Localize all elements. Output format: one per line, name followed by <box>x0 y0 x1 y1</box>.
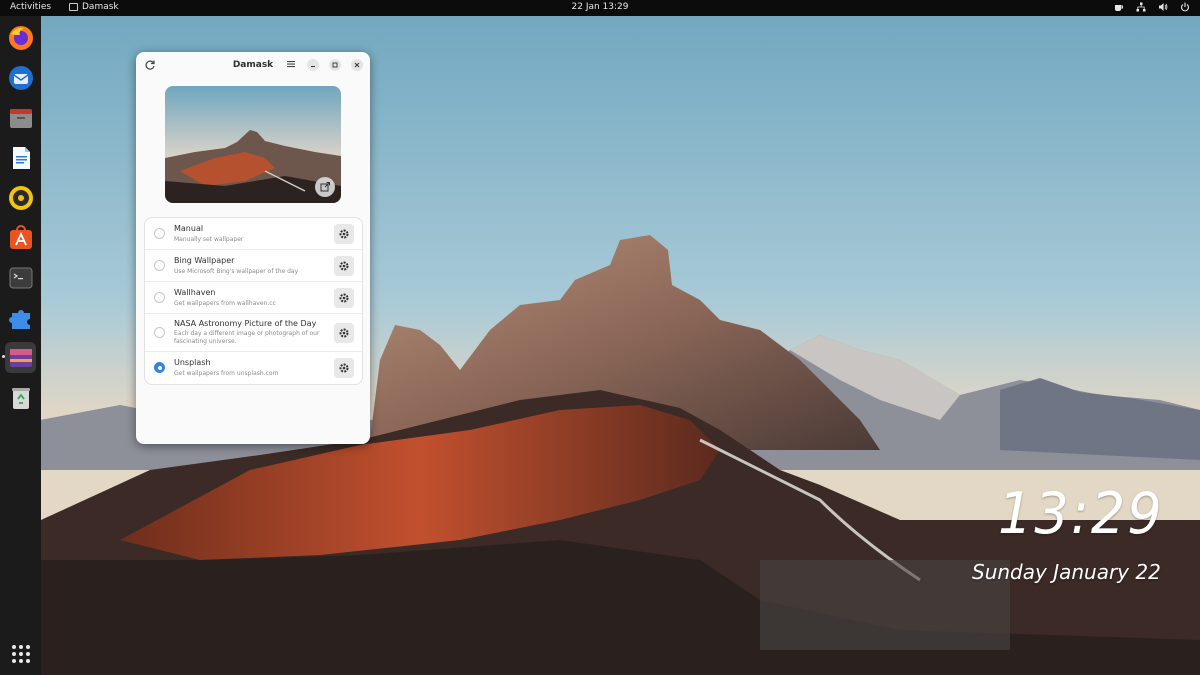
volume-icon[interactable] <box>1158 2 1168 12</box>
source-settings-button[interactable] <box>334 256 354 276</box>
source-description: Get wallpapers from wallhaven.cc <box>174 300 276 307</box>
source-description: Get wallpapers from unsplash.com <box>174 370 279 377</box>
source-description: Each day a different image or photograph… <box>174 330 320 345</box>
source-row-nasa[interactable]: NASA Astronomy Picture of the Day Each d… <box>145 314 362 352</box>
open-wallpaper-button[interactable] <box>315 177 335 197</box>
damask-window: Damask Manual Manually set wallpaper Bin… <box>136 52 370 444</box>
desktop-clock-time: 13:29 <box>998 480 1164 547</box>
dock-item-thunderbird[interactable] <box>5 62 36 93</box>
dock-item-terminal[interactable] <box>5 262 36 293</box>
source-radio-nasa[interactable] <box>154 327 165 338</box>
coffee-icon[interactable] <box>1114 2 1124 12</box>
dock-item-damask[interactable] <box>2 342 36 373</box>
terminal-icon <box>9 267 32 288</box>
source-title: Manual <box>174 224 204 233</box>
source-description: Use Microsoft Bing's wallpaper of the da… <box>174 268 299 275</box>
source-settings-button[interactable] <box>334 288 354 308</box>
dock <box>0 16 41 675</box>
wallpaper-preview <box>165 86 341 203</box>
dock-item-rhythmbox[interactable] <box>5 182 36 213</box>
close-icon <box>354 62 360 68</box>
window-header: Damask <box>136 52 370 78</box>
source-row-bing[interactable]: Bing Wallpaper Use Microsoft Bing's wall… <box>145 250 362 282</box>
desktop-clock-date: Sunday January 22 <box>972 560 1161 584</box>
gear-icon <box>339 229 349 239</box>
source-settings-button[interactable] <box>334 358 354 378</box>
rhythmbox-icon <box>8 185 33 210</box>
minimize-button[interactable] <box>307 59 319 71</box>
firefox-icon <box>8 25 33 50</box>
power-icon[interactable] <box>1180 2 1190 12</box>
source-radio-wallhaven[interactable] <box>154 292 165 303</box>
dock-item-extensions[interactable] <box>5 302 36 333</box>
source-row-wallhaven[interactable]: Wallhaven Get wallpapers from wallhaven.… <box>145 282 362 314</box>
software-center-icon <box>9 224 32 249</box>
source-description: Manually set wallpaper <box>174 236 244 243</box>
app-menu[interactable]: Damask <box>69 2 119 12</box>
dock-item-software[interactable] <box>5 222 36 253</box>
source-radio-unsplash[interactable] <box>154 362 165 373</box>
damask-icon <box>9 348 32 367</box>
show-apps-icon <box>11 644 30 663</box>
thunderbird-icon <box>8 65 33 90</box>
network-icon[interactable] <box>1136 2 1146 12</box>
gear-icon <box>339 261 349 271</box>
gear-icon <box>339 363 349 373</box>
hamburger-menu-icon[interactable] <box>285 58 297 70</box>
close-button[interactable] <box>351 59 363 71</box>
source-settings-button[interactable] <box>334 224 354 244</box>
source-title: NASA Astronomy Picture of the Day <box>174 319 317 328</box>
dock-item-files[interactable] <box>5 102 36 133</box>
source-title: Bing Wallpaper <box>174 256 235 265</box>
source-title: Wallhaven <box>174 288 216 297</box>
topbar-clock[interactable]: 22 Jan 13:29 <box>572 2 629 12</box>
trash-icon <box>11 387 30 409</box>
source-radio-manual[interactable] <box>154 228 165 239</box>
source-radio-bing[interactable] <box>154 260 165 271</box>
gear-icon <box>339 293 349 303</box>
show-apps-button[interactable] <box>5 638 36 669</box>
source-list: Manual Manually set wallpaper Bing Wallp… <box>144 217 363 385</box>
source-row-manual[interactable]: Manual Manually set wallpaper <box>145 218 362 250</box>
top-bar: Activities Damask 22 Jan 13:29 <box>0 0 1200 16</box>
source-settings-button[interactable] <box>334 323 354 343</box>
dock-item-firefox[interactable] <box>5 22 36 53</box>
activities-button[interactable]: Activities <box>10 2 51 12</box>
source-title: Unsplash <box>174 358 211 367</box>
extensions-icon <box>8 309 30 329</box>
minimize-icon <box>311 66 315 67</box>
files-icon <box>9 108 32 128</box>
source-row-unsplash[interactable]: Unsplash Get wallpapers from unsplash.co… <box>145 352 362 384</box>
dock-item-trash[interactable] <box>5 382 36 413</box>
gear-icon <box>339 328 349 338</box>
dock-item-writer[interactable] <box>5 142 36 173</box>
running-indicator <box>2 355 5 358</box>
app-menu-label: Damask <box>82 2 119 12</box>
maximize-button[interactable] <box>329 59 341 71</box>
app-window-icon <box>69 3 78 11</box>
system-tray[interactable] <box>1114 2 1190 12</box>
libreoffice-writer-icon <box>12 146 30 169</box>
maximize-icon <box>332 62 338 68</box>
external-link-icon <box>320 182 330 192</box>
